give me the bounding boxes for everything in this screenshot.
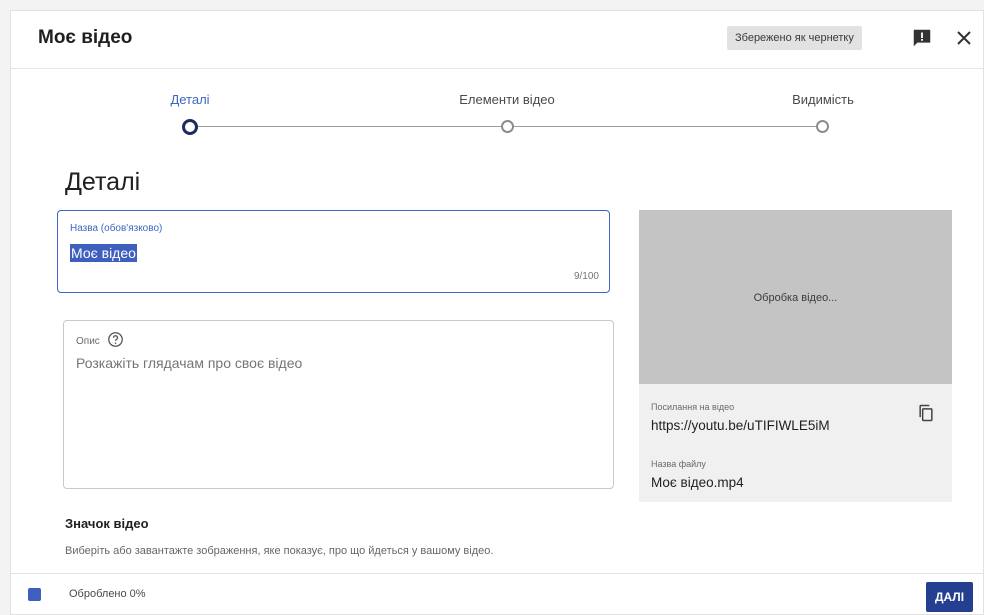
step-video-elements-label[interactable]: Елементи відео bbox=[427, 92, 587, 107]
saved-as-draft-badge: Збережено як чернетку bbox=[727, 26, 862, 50]
file-name-label: Назва файлу bbox=[651, 459, 706, 469]
char-counter: 9/100 bbox=[573, 271, 599, 282]
copy-icon[interactable] bbox=[916, 402, 936, 424]
section-title: Деталі bbox=[65, 168, 141, 196]
step-connector bbox=[197, 126, 502, 127]
title-input[interactable]: Моє відео bbox=[70, 244, 137, 262]
upload-stepper: Деталі Елементи відео Видимість bbox=[11, 69, 983, 159]
help-icon[interactable] bbox=[107, 331, 124, 348]
feedback-icon[interactable] bbox=[911, 27, 933, 49]
title-field-label: Назва (обов'язково) bbox=[70, 223, 163, 234]
processing-status: Оброблено 0% bbox=[69, 588, 146, 600]
video-link-label: Посилання на відео bbox=[651, 402, 735, 412]
close-icon[interactable] bbox=[952, 26, 976, 50]
step-connector bbox=[514, 126, 817, 127]
title-field[interactable]: Назва (обов'язково) Моє відео 9/100 bbox=[57, 210, 610, 293]
video-preview: Обробка відео... bbox=[639, 210, 952, 384]
dialog-header: Моє відео Збережено як чернетку bbox=[11, 11, 983, 69]
processing-status-icon bbox=[28, 588, 41, 601]
processing-text: Обробка відео... bbox=[753, 292, 838, 304]
step-visibility-dot[interactable] bbox=[816, 120, 829, 133]
step-video-elements-dot[interactable] bbox=[501, 120, 514, 133]
dialog-title: Моє відео bbox=[38, 27, 133, 48]
step-visibility-label[interactable]: Видимість bbox=[743, 92, 903, 107]
next-button[interactable]: ДАЛІ bbox=[926, 582, 973, 612]
dialog-footer: Оброблено 0% ДАЛІ bbox=[11, 573, 983, 614]
step-details-label[interactable]: Деталі bbox=[110, 92, 270, 107]
file-name: Моє відео.mp4 bbox=[651, 475, 744, 490]
description-label: Опис bbox=[76, 336, 100, 347]
video-link[interactable]: https://youtu.be/uTIFIWLE5iM bbox=[651, 418, 830, 433]
description-field[interactable]: Опис bbox=[63, 320, 614, 489]
video-preview-panel: Обробка відео... Посилання на відео http… bbox=[639, 210, 952, 502]
description-input[interactable] bbox=[76, 355, 596, 371]
thumbnail-description: Виберіть або завантажте зображення, яке … bbox=[65, 545, 494, 557]
thumbnail-heading: Значок відео bbox=[65, 516, 149, 531]
upload-dialog: Моє відео Збережено як чернетку Деталі Е… bbox=[10, 10, 984, 615]
step-details-dot[interactable] bbox=[182, 119, 198, 135]
